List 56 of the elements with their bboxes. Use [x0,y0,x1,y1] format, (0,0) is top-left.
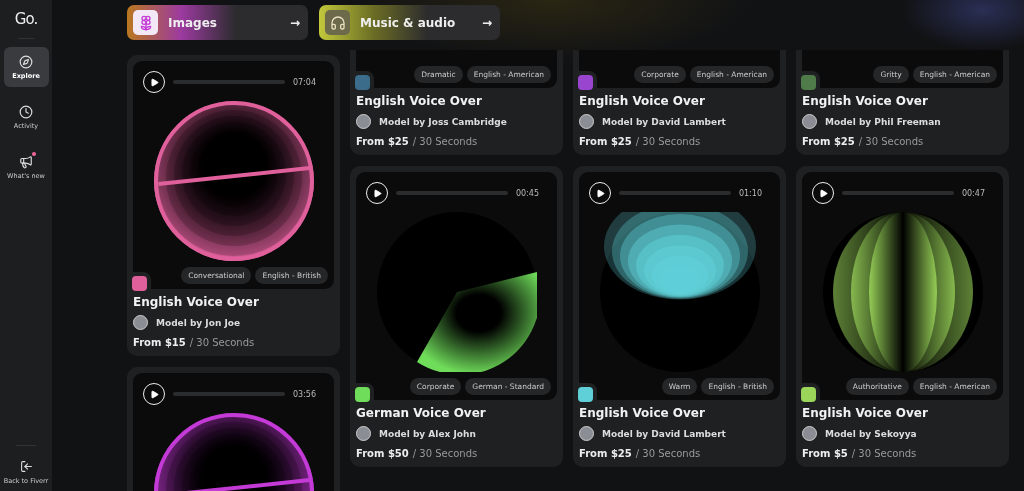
price-unit: / 30 Seconds [851,448,917,459]
category-button[interactable]: Images → [127,5,308,40]
avatar [802,426,817,441]
duration: 03:56 [292,389,316,399]
card-title: English Voice Over [802,94,929,108]
avatar [579,114,594,129]
price-unit: / 30 Seconds [412,136,478,147]
category-button[interactable]: Music & audio → [319,5,500,40]
model-name: Model by Alex John [379,428,476,439]
audio-track[interactable] [842,191,954,195]
duration: 07:04 [292,77,316,87]
duration: 00:47 [961,188,985,198]
flower-icon [133,10,158,35]
price-unit: / 30 Seconds [635,136,701,147]
avatar [356,114,371,129]
model-name: Model by David Lambert [602,116,726,127]
headphones-icon [325,10,350,35]
play-icon [595,188,605,198]
price: From $25 [579,448,632,459]
play-icon [149,77,159,87]
audio-track[interactable] [396,191,508,195]
price-unit: / 30 Seconds [412,448,478,459]
price-unit: / 30 Seconds [635,448,701,459]
play-icon [372,188,382,198]
avatar [802,114,817,129]
avatar [133,315,148,330]
price-unit: / 30 Seconds [858,136,924,147]
exit-icon [19,460,33,473]
voice-card[interactable]: 03:56 [127,367,340,491]
card-title: English Voice Over [579,94,706,108]
model-name: Model by Sekoyya [825,428,917,439]
play-icon [149,389,159,399]
duration: 01:10 [738,188,762,198]
price: From $50 [356,448,409,459]
card-title: German Voice Over [356,406,487,420]
audio-track[interactable] [619,191,731,195]
avatar [356,426,371,441]
price: From $15 [133,337,186,348]
audio-track[interactable] [173,392,285,396]
play-icon [818,188,828,198]
avatar [579,426,594,441]
price-unit: / 30 Seconds [189,337,255,348]
model-name: Model by Joss Cambridge [379,116,507,127]
price: From $5 [802,448,848,459]
model-name: Model by David Lambert [602,428,726,439]
price: From $25 [356,136,409,147]
duration: 00:45 [515,188,539,198]
price: From $25 [579,136,632,147]
price: From $25 [802,136,855,147]
card-title: English Voice Over [133,295,260,309]
model-name: Model by Phil Freeman [825,116,941,127]
card-title: English Voice Over [579,406,706,420]
card-title: English Voice Over [356,94,483,108]
model-name: Model by Jon Joe [156,317,241,328]
card-title: English Voice Over [802,406,929,420]
audio-track[interactable] [173,80,285,84]
